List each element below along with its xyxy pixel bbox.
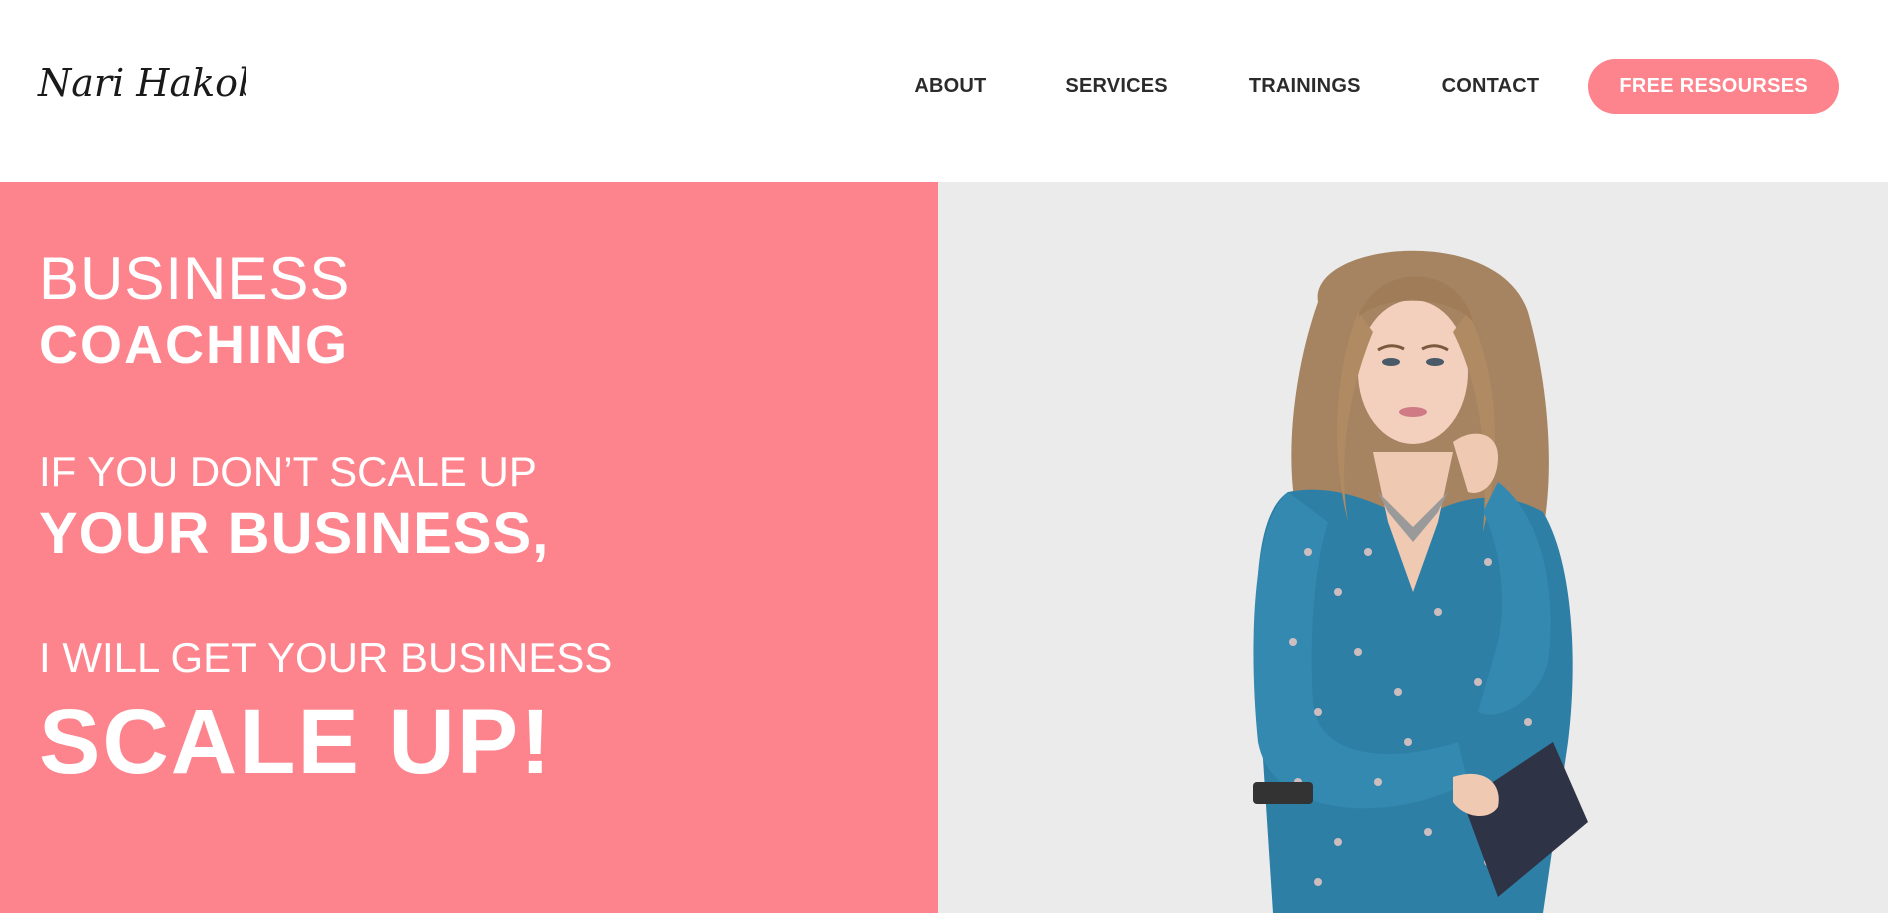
logo-text: Nari Hakobian (37, 61, 246, 105)
hero-line-your-business: YOUR BUSINESS, (39, 501, 550, 566)
portrait-photo (1198, 222, 1638, 913)
hero-heading-coaching: COACHING (39, 315, 349, 375)
site-header: Nari Hakobian ABOUT SERVICES TRAININGS C… (0, 0, 1888, 182)
hero-heading-business: BUSINESS (39, 245, 351, 312)
hero-image-panel (938, 182, 1888, 913)
hero-line-if-you-dont: IF YOU DON’T SCALE UP (39, 448, 537, 495)
site-logo[interactable]: Nari Hakobian (36, 50, 246, 120)
signature-logo-icon: Nari Hakobian (37, 61, 246, 105)
hero-line-i-will-get: I WILL GET YOUR BUSINESS (39, 634, 613, 681)
nav-services[interactable]: SERVICES (1065, 75, 1167, 98)
hero-text-panel: BUSINESS COACHING IF YOU DON’T SCALE UP … (0, 182, 938, 913)
hero-line-scale-up: SCALE UP! (39, 691, 553, 793)
portrait-illustration-icon (1253, 250, 1588, 913)
nav-contact[interactable]: CONTACT (1442, 75, 1540, 98)
free-resources-button[interactable]: FREE RESOURSES (1588, 59, 1839, 114)
nav-about[interactable]: ABOUT (914, 75, 986, 98)
nav-trainings[interactable]: TRAININGS (1249, 75, 1361, 98)
main-nav: ABOUT SERVICES TRAININGS CONTACT FREE RE… (914, 59, 1839, 114)
